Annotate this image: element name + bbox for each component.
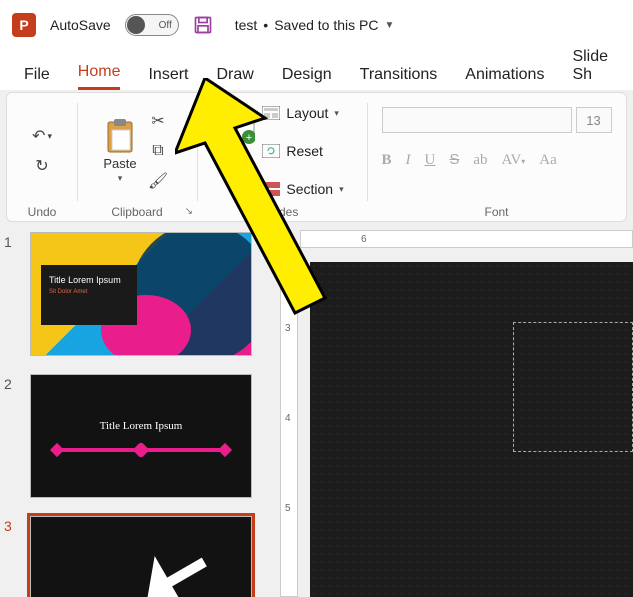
thumb-number: 2	[4, 374, 20, 498]
tab-design[interactable]: Design	[282, 66, 332, 90]
toggle-knob	[127, 16, 145, 34]
save-status: Saved to this PC	[274, 17, 378, 33]
section-button[interactable]: Section ▾	[262, 175, 343, 203]
tab-insert[interactable]: Insert	[148, 66, 188, 90]
vertical-ruler: 3 4 5	[280, 262, 298, 597]
chevron-down-icon: ▾	[236, 180, 241, 191]
tab-file[interactable]: File	[24, 66, 50, 90]
chevron-down-icon: ▾	[339, 184, 344, 195]
section-label: Section	[286, 181, 333, 197]
thumb-number: 3	[4, 516, 20, 597]
new-slide-button[interactable]: + New Slide ▾	[220, 112, 256, 191]
clipboard-icon	[102, 118, 138, 154]
new-slide-icon: +	[220, 112, 256, 148]
section-icon	[262, 182, 280, 196]
tab-home[interactable]: Home	[78, 63, 121, 90]
autosave-state: Off	[159, 20, 172, 31]
autosave-label: AutoSave	[50, 17, 111, 33]
italic-button[interactable]: I	[406, 152, 411, 169]
ribbon: ↶▾ ↻ Undo Paste ▾ ✂ ⧉ 🖌 Clipboard ↘	[6, 92, 627, 222]
group-undo: ↶▾ ↻ Undo	[7, 93, 77, 221]
font-name-input[interactable]	[382, 107, 572, 133]
thumb2-title: Title Lorem Ipsum	[100, 420, 183, 432]
text-shadow-button[interactable]: ab	[473, 152, 487, 169]
group-label-slides: Slides	[266, 205, 299, 219]
tab-draw[interactable]: Draw	[216, 66, 253, 90]
group-font: B I U S ab A͏V▾ Aa Font	[367, 93, 626, 221]
slide-thumbnail-2[interactable]: Title Lorem Ipsum	[30, 374, 252, 498]
group-clipboard: Paste ▾ ✂ ⧉ 🖌 Clipboard ↘	[77, 93, 197, 221]
title-bar: P AutoSave Off test • Saved to this PC ▼	[0, 0, 633, 50]
paste-label: Paste	[103, 156, 136, 171]
thumb-number: 1	[4, 232, 20, 356]
ruler-tick: 4	[285, 413, 291, 424]
group-label-font: Font	[484, 205, 508, 219]
layout-label: Layout	[286, 105, 328, 121]
thumb1-title: Title Lorem Ipsum	[49, 275, 129, 285]
doc-name: test	[235, 17, 258, 33]
reset-label: Reset	[286, 143, 323, 159]
svg-text:+: +	[246, 132, 252, 144]
undo-button[interactable]: ↶▾	[28, 124, 56, 148]
thumb-row-1: 1 Title Lorem Ipsum Sit Dolor Amet	[4, 232, 276, 356]
group-label-clipboard: Clipboard	[111, 205, 162, 219]
tab-slideshow[interactable]: Slide Sh	[572, 48, 609, 90]
group-slides: + New Slide ▾ Layout ▾ Reset Section	[197, 93, 367, 221]
slide-canvas[interactable]	[310, 262, 633, 597]
thumb1-sub: Sit Dolor Amet	[49, 289, 129, 295]
tab-animations[interactable]: Animations	[465, 66, 544, 90]
strikethrough-button[interactable]: S	[449, 151, 459, 169]
reset-button[interactable]: Reset	[262, 137, 323, 165]
change-case-button[interactable]: Aa	[539, 152, 557, 169]
chevron-down-icon: ▼	[384, 20, 394, 31]
chevron-down-icon: ▾	[118, 173, 123, 184]
thumb-row-3: 3	[4, 516, 276, 597]
slide-thumbnail-3[interactable]	[30, 516, 252, 597]
group-label-undo: Undo	[28, 205, 57, 219]
bold-button[interactable]: B	[382, 152, 392, 169]
font-size-input[interactable]	[576, 107, 612, 133]
slide-editor: 6 3 4 5	[280, 222, 633, 597]
ribbon-tabs: File Home Insert Draw Design Transitions…	[0, 50, 633, 90]
ruler-tick: 3	[285, 323, 291, 334]
bullet: •	[263, 17, 268, 33]
clipboard-launcher[interactable]: ↘	[185, 206, 193, 217]
layout-button[interactable]: Layout ▾	[262, 99, 339, 127]
workspace: 1 Title Lorem Ipsum Sit Dolor Amet 2 Titl…	[0, 222, 633, 597]
ruler-tick: 6	[361, 234, 367, 245]
tab-transitions[interactable]: Transitions	[360, 66, 438, 90]
new-slide-label: New Slide	[225, 150, 252, 178]
slide-thumbnails: 1 Title Lorem Ipsum Sit Dolor Amet 2 Titl…	[0, 222, 280, 597]
redo-button[interactable]: ↻	[28, 154, 56, 178]
character-spacing-button[interactable]: A͏V▾	[502, 152, 526, 169]
paste-button[interactable]: Paste ▾	[102, 118, 138, 184]
autosave-toggle[interactable]: Off	[125, 14, 179, 36]
powerpoint-icon: P	[12, 13, 36, 37]
layout-icon	[262, 106, 280, 120]
chevron-down-icon: ▾	[334, 108, 339, 119]
cut-button[interactable]: ✂	[144, 109, 172, 133]
slide-thumbnail-1[interactable]: Title Lorem Ipsum Sit Dolor Amet	[30, 232, 252, 356]
content-placeholder[interactable]	[513, 322, 633, 452]
format-painter-button[interactable]: 🖌	[144, 169, 172, 193]
document-title[interactable]: test • Saved to this PC ▼	[235, 17, 395, 33]
copy-button[interactable]: ⧉	[144, 139, 172, 163]
ruler-tick: 5	[285, 503, 291, 514]
horizontal-ruler: 6	[300, 230, 633, 248]
underline-button[interactable]: U	[425, 152, 436, 169]
save-icon[interactable]	[193, 15, 213, 35]
thumb-row-2: 2 Title Lorem Ipsum	[4, 374, 276, 498]
reset-icon	[262, 144, 280, 158]
